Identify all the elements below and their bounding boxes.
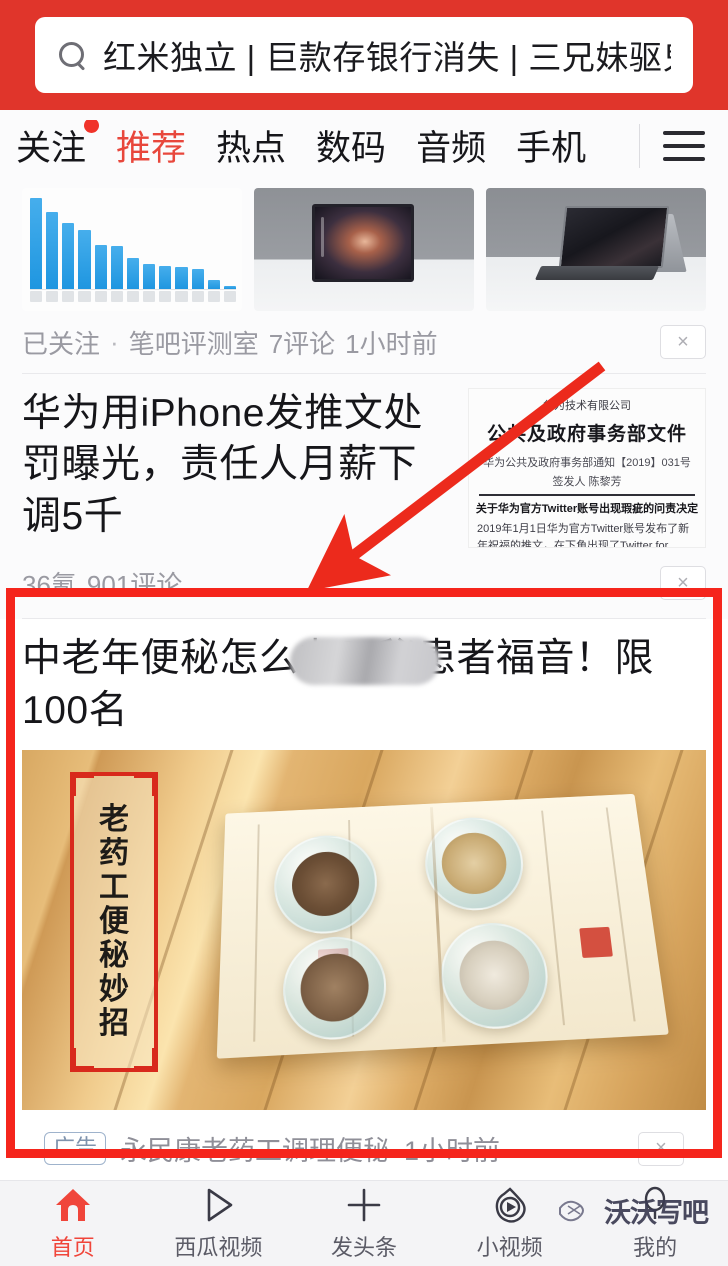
herb-bowl: [282, 933, 388, 1042]
ad-vertical-banner: 老药工便秘妙招: [70, 771, 158, 1072]
tab-label: 热点: [216, 128, 287, 168]
doc-line2: 签发人 陈黎芳: [552, 476, 622, 488]
tab-yinpin[interactable]: 音频: [416, 120, 486, 173]
search-bar[interactable]: 红米独立 | 巨款存银行消失 | 三兄妹驱鬼...: [35, 17, 693, 93]
app-header: 红米独立 | 巨款存银行消失 | 三兄妹驱鬼...: [0, 0, 728, 110]
tab-label: 音频: [416, 128, 487, 168]
search-input[interactable]: 红米独立 | 巨款存银行消失 | 三兄妹驱鬼...: [103, 31, 671, 79]
flame-play-icon: [490, 1185, 530, 1225]
tab-redian[interactable]: 热点: [216, 120, 286, 173]
ad-timestamp: 1小时前: [404, 1136, 501, 1166]
ad-source-name[interactable]: 永民康老药工调理便秘: [120, 1129, 390, 1168]
tab-overflow-fade: [582, 110, 636, 182]
doc-subject: 关于华为官方Twitter账号出现瑕疵的问责决定: [475, 503, 699, 515]
nav-item-xigua-video[interactable]: 西瓜视频: [146, 1185, 292, 1262]
nav-label: 首页: [50, 1235, 95, 1260]
feed-card-huawei[interactable]: 华为用iPhone发推文处罚曝光，责任人月薪下调5千 华为技术有限公司 公共及政…: [0, 374, 728, 618]
nav-label: 发头条: [330, 1235, 397, 1260]
herbal-medicine-book-photo[interactable]: 老药工便秘妙招: [22, 749, 706, 1110]
hamburger-menu-icon[interactable]: [640, 110, 728, 182]
document-photo-thumbnail: 华为技术有限公司 公共及政府事务部文件 华为公共及政府事务部通知【2019】03…: [468, 388, 706, 548]
nav-item-profile[interactable]: 我的: [582, 1185, 728, 1262]
ad-meta: 广告 永民康老药工调理便秘 1小时前 ×: [22, 1110, 706, 1188]
comment-count: 7评论: [268, 328, 336, 359]
plus-icon: [344, 1185, 384, 1225]
tablet-photo-thumbnail: [254, 188, 474, 311]
card-meta: 36氪 901评论 ×: [22, 548, 706, 618]
search-icon: [57, 40, 87, 70]
thumbnail-row: [22, 182, 706, 311]
card-meta: 已关注 · 笔吧评测室 7评论 1小时前 ×: [22, 311, 706, 373]
phone-screen: 红米独立 | 巨款存银行消失 | 三兄妹驱鬼... 关注 推荐 热点 数码 音频…: [0, 0, 728, 1266]
badge-dot-icon: [84, 119, 100, 133]
laptop-photo-thumbnail: [486, 188, 706, 311]
follow-state: 已关注: [22, 328, 101, 359]
feed-card-laptop-review[interactable]: 已关注 · 笔吧评测室 7评论 1小时前 ×: [0, 182, 728, 373]
meta-separator: ·: [110, 326, 119, 357]
nav-label: 西瓜视频: [174, 1235, 263, 1260]
source-name[interactable]: 笔吧评测室: [129, 324, 259, 361]
dismiss-card-button[interactable]: ×: [660, 566, 706, 600]
dismiss-ad-button[interactable]: ×: [638, 1131, 684, 1166]
tab-shuma[interactable]: 数码: [316, 120, 386, 173]
tab-label: 关注: [16, 128, 87, 168]
channel-tab-bar: 关注 推荐 热点 数码 音频 手机: [0, 110, 728, 182]
person-icon: [635, 1185, 675, 1225]
tab-label: 推荐: [116, 128, 187, 168]
ad-banner-text: 老药工便秘妙招: [99, 802, 129, 1040]
home-icon: [53, 1185, 93, 1225]
doc-body: 2019年1月1日华为官方Twitter账号发布了新年祝福的推文，在下角出现了T…: [477, 523, 690, 548]
news-feed[interactable]: 已关注 · 笔吧评测室 7评论 1小时前 × 华为用iPhone发推文处罚曝光，…: [0, 182, 728, 1188]
tab-guanzhu[interactable]: 关注: [16, 119, 100, 173]
tab-label: 手机: [516, 128, 587, 168]
doc-heading: 公共及政府事务部文件: [486, 424, 687, 445]
chart-x-labels: [30, 291, 237, 305]
bar-chart-thumbnail: [22, 188, 242, 311]
feed-card-advertisement[interactable]: 中老年便秘怎么办？秘患者福音！限100名 老 药 工 便 秘 妙 招 广告 永民…: [0, 619, 728, 1188]
chart-bars: [30, 194, 237, 289]
nav-item-publish[interactable]: 发头条: [291, 1185, 437, 1262]
ad-title[interactable]: 中老年便秘怎么办？秘患者福音！限100名: [22, 619, 706, 738]
redaction-blur-overlay: [290, 637, 440, 685]
herb-bowl: [438, 919, 553, 1032]
source-name[interactable]: 36氪: [22, 565, 77, 602]
red-seal-icon: [579, 926, 613, 958]
nav-item-short-video[interactable]: 小视频: [437, 1185, 583, 1262]
bottom-navigation-bar: 首页 西瓜视频 发头条 小视频 我的: [0, 1180, 728, 1266]
tab-tuijian[interactable]: 推荐: [116, 120, 186, 173]
herb-bowl: [423, 814, 528, 913]
doc-line1: 华为公共及政府事务部通知【2019】031号: [483, 457, 691, 469]
nav-item-home[interactable]: 首页: [0, 1185, 146, 1262]
chart-axis: [30, 289, 236, 290]
nav-label: 我的: [633, 1235, 678, 1260]
comment-count: 901评论: [86, 569, 183, 600]
open-book: [216, 793, 669, 1059]
herb-bowl: [273, 832, 379, 936]
ad-badge: 广告: [44, 1132, 107, 1165]
tab-shouji[interactable]: 手机: [516, 120, 586, 173]
timestamp: 1小时前: [345, 328, 438, 359]
tab-label: 数码: [316, 128, 387, 168]
nav-label: 小视频: [476, 1235, 543, 1260]
doc-company: 华为技术有限公司: [543, 400, 631, 412]
play-triangle-icon: [198, 1185, 238, 1225]
doc-rule: [479, 494, 695, 496]
card-title[interactable]: 华为用iPhone发推文处罚曝光，责任人月薪下调5千: [22, 388, 452, 542]
dismiss-card-button[interactable]: ×: [660, 325, 706, 359]
